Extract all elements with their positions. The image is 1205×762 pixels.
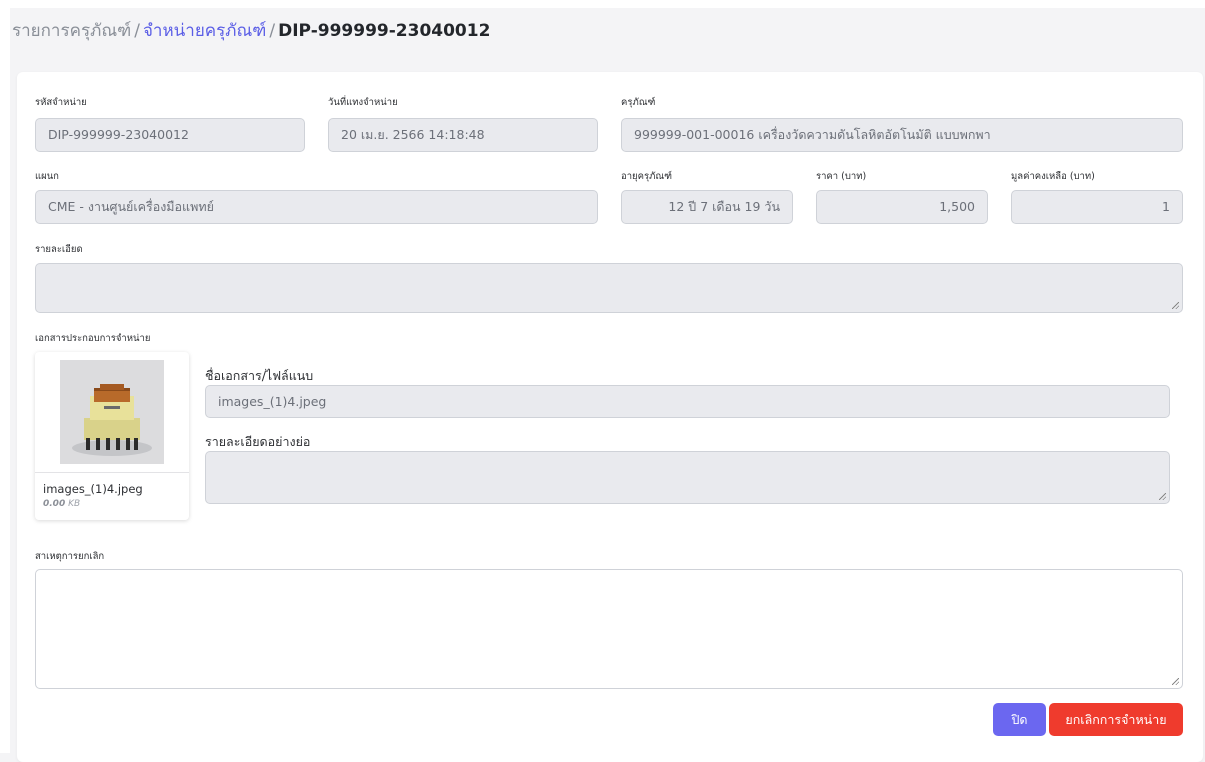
department-label: แผนก	[35, 171, 59, 182]
disposal-code-field[interactable]: DIP-999999-23040012	[35, 118, 305, 152]
breadcrumb-separator: /	[269, 21, 276, 41]
summary-label: รายละเอียดอย่างย่อ	[205, 434, 311, 449]
price-label: ราคา (บาท)	[816, 171, 867, 182]
residual-value-field[interactable]: 1	[1011, 190, 1183, 224]
doc-name-field[interactable]: images_(1)4.jpeg	[205, 385, 1170, 418]
asset-label: ครุภัณฑ์	[621, 97, 656, 108]
attachment-card[interactable]: images_(1)4.jpeg 0.00 KB	[35, 352, 189, 520]
attachment-file-size: 0.00 KB	[43, 499, 80, 509]
asset-age-label: อายุครุภัณฑ์	[621, 171, 673, 182]
asset-field[interactable]: 999999-001-00016 เครื่องวัดความดันโลหิตอ…	[621, 118, 1183, 152]
breadcrumb-separator: /	[134, 21, 140, 41]
cancel-reason-label: สาเหตุการยกเลิก	[35, 551, 105, 562]
doc-name-label: ชื่อเอกสาร/ไฟล์แนบ	[205, 368, 314, 383]
resize-handle-icon[interactable]	[1159, 493, 1166, 500]
summary-textarea[interactable]	[205, 451, 1170, 504]
price-field[interactable]: 1,500	[816, 190, 988, 224]
details-textarea[interactable]	[35, 263, 1183, 313]
disposal-code-label: รหัสจำหน่าย	[35, 97, 87, 108]
cancel-reason-textarea[interactable]	[35, 569, 1183, 689]
attachment-size-unit: KB	[68, 499, 81, 509]
resize-handle-icon[interactable]	[1172, 302, 1179, 309]
attachment-thumbnail[interactable]	[60, 360, 164, 464]
close-button[interactable]: ปิด	[993, 703, 1046, 736]
asset-age-field[interactable]: 12 ปี 7 เดือน 19 วัน	[621, 190, 793, 224]
breadcrumb-root[interactable]: รายการครุภัณฑ์	[12, 21, 131, 41]
department-field[interactable]: CME - งานศูนย์เครื่องมือแพทย์	[35, 190, 598, 224]
attachment-file-name: images_(1)4.jpeg	[43, 482, 143, 496]
documents-label: เอกสารประกอบการจำหน่าย	[35, 333, 151, 344]
cancel-disposal-button[interactable]: ยกเลิกการจำหน่าย	[1049, 703, 1183, 736]
divider	[35, 472, 189, 473]
breadcrumb: รายการครุภัณฑ์ / จำหน่ายครุภัณฑ์ / DIP-99999…	[12, 17, 490, 45]
attachment-size-value: 0.00	[43, 499, 66, 509]
top-strip	[10, 0, 1205, 8]
residual-value-label: มูลค่าคงเหลือ (บาท)	[1011, 171, 1095, 182]
transformer-image-icon	[60, 360, 164, 464]
resize-handle-icon[interactable]	[1172, 678, 1179, 685]
disposal-date-field[interactable]: 20 เม.ย. 2566 14:18:48	[328, 118, 598, 152]
disposal-date-label: วันที่แทงจำหน่าย	[328, 97, 398, 108]
left-rail	[0, 0, 10, 753]
breadcrumb-current: DIP-999999-23040012	[278, 21, 491, 41]
breadcrumb-parent-link[interactable]: จำหน่ายครุภัณฑ์	[143, 21, 266, 41]
details-label: รายละเอียด	[35, 244, 83, 255]
